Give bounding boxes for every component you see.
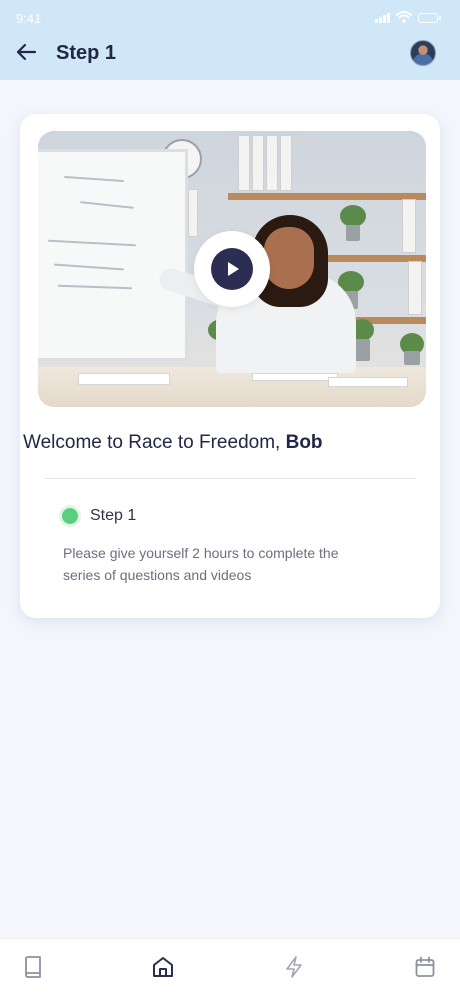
nav-item-library[interactable] xyxy=(21,955,45,983)
lightning-icon xyxy=(285,955,303,983)
play-icon xyxy=(211,248,253,290)
status-icons xyxy=(375,10,441,26)
battery-icon xyxy=(418,13,441,23)
step-description: Please give yourself 2 hours to complete… xyxy=(63,545,339,583)
arrow-left-icon xyxy=(15,43,37,66)
bottom-nav xyxy=(0,938,460,996)
page-title: Step 1 xyxy=(56,42,117,64)
status-dot xyxy=(62,508,78,524)
nav-item-home[interactable] xyxy=(151,956,175,983)
nav-item-calendar[interactable] xyxy=(413,956,437,983)
home-icon xyxy=(152,956,174,983)
welcome-prefix: Welcome to Race to Freedom, xyxy=(23,432,286,453)
video-thumbnail[interactable] xyxy=(38,131,426,407)
avatar[interactable] xyxy=(410,40,436,66)
screen: 9:41 Step 1 Welcome to Race to Freedom, … xyxy=(0,0,460,996)
calendar-icon xyxy=(415,956,435,983)
back-button[interactable] xyxy=(12,40,40,68)
play-button[interactable] xyxy=(194,231,270,307)
book-icon xyxy=(23,955,43,983)
step-label: Step 1 xyxy=(90,507,137,524)
wifi-icon xyxy=(396,10,412,26)
welcome-card: Welcome to Race to Freedom, Bob Step 1 P… xyxy=(20,114,440,618)
signal-icon xyxy=(375,13,390,23)
welcome-heading: Welcome to Race to Freedom, Bob xyxy=(23,432,433,454)
welcome-name: Bob xyxy=(285,432,323,453)
nav-item-activity[interactable] xyxy=(282,955,306,983)
status-time: 9:41 xyxy=(16,10,42,26)
header: 9:41 Step 1 xyxy=(0,0,460,80)
step-row: Step 1 xyxy=(62,507,136,525)
divider xyxy=(44,478,416,479)
nav-row: Step 1 xyxy=(0,36,460,72)
status-bar: 9:41 xyxy=(0,0,460,36)
